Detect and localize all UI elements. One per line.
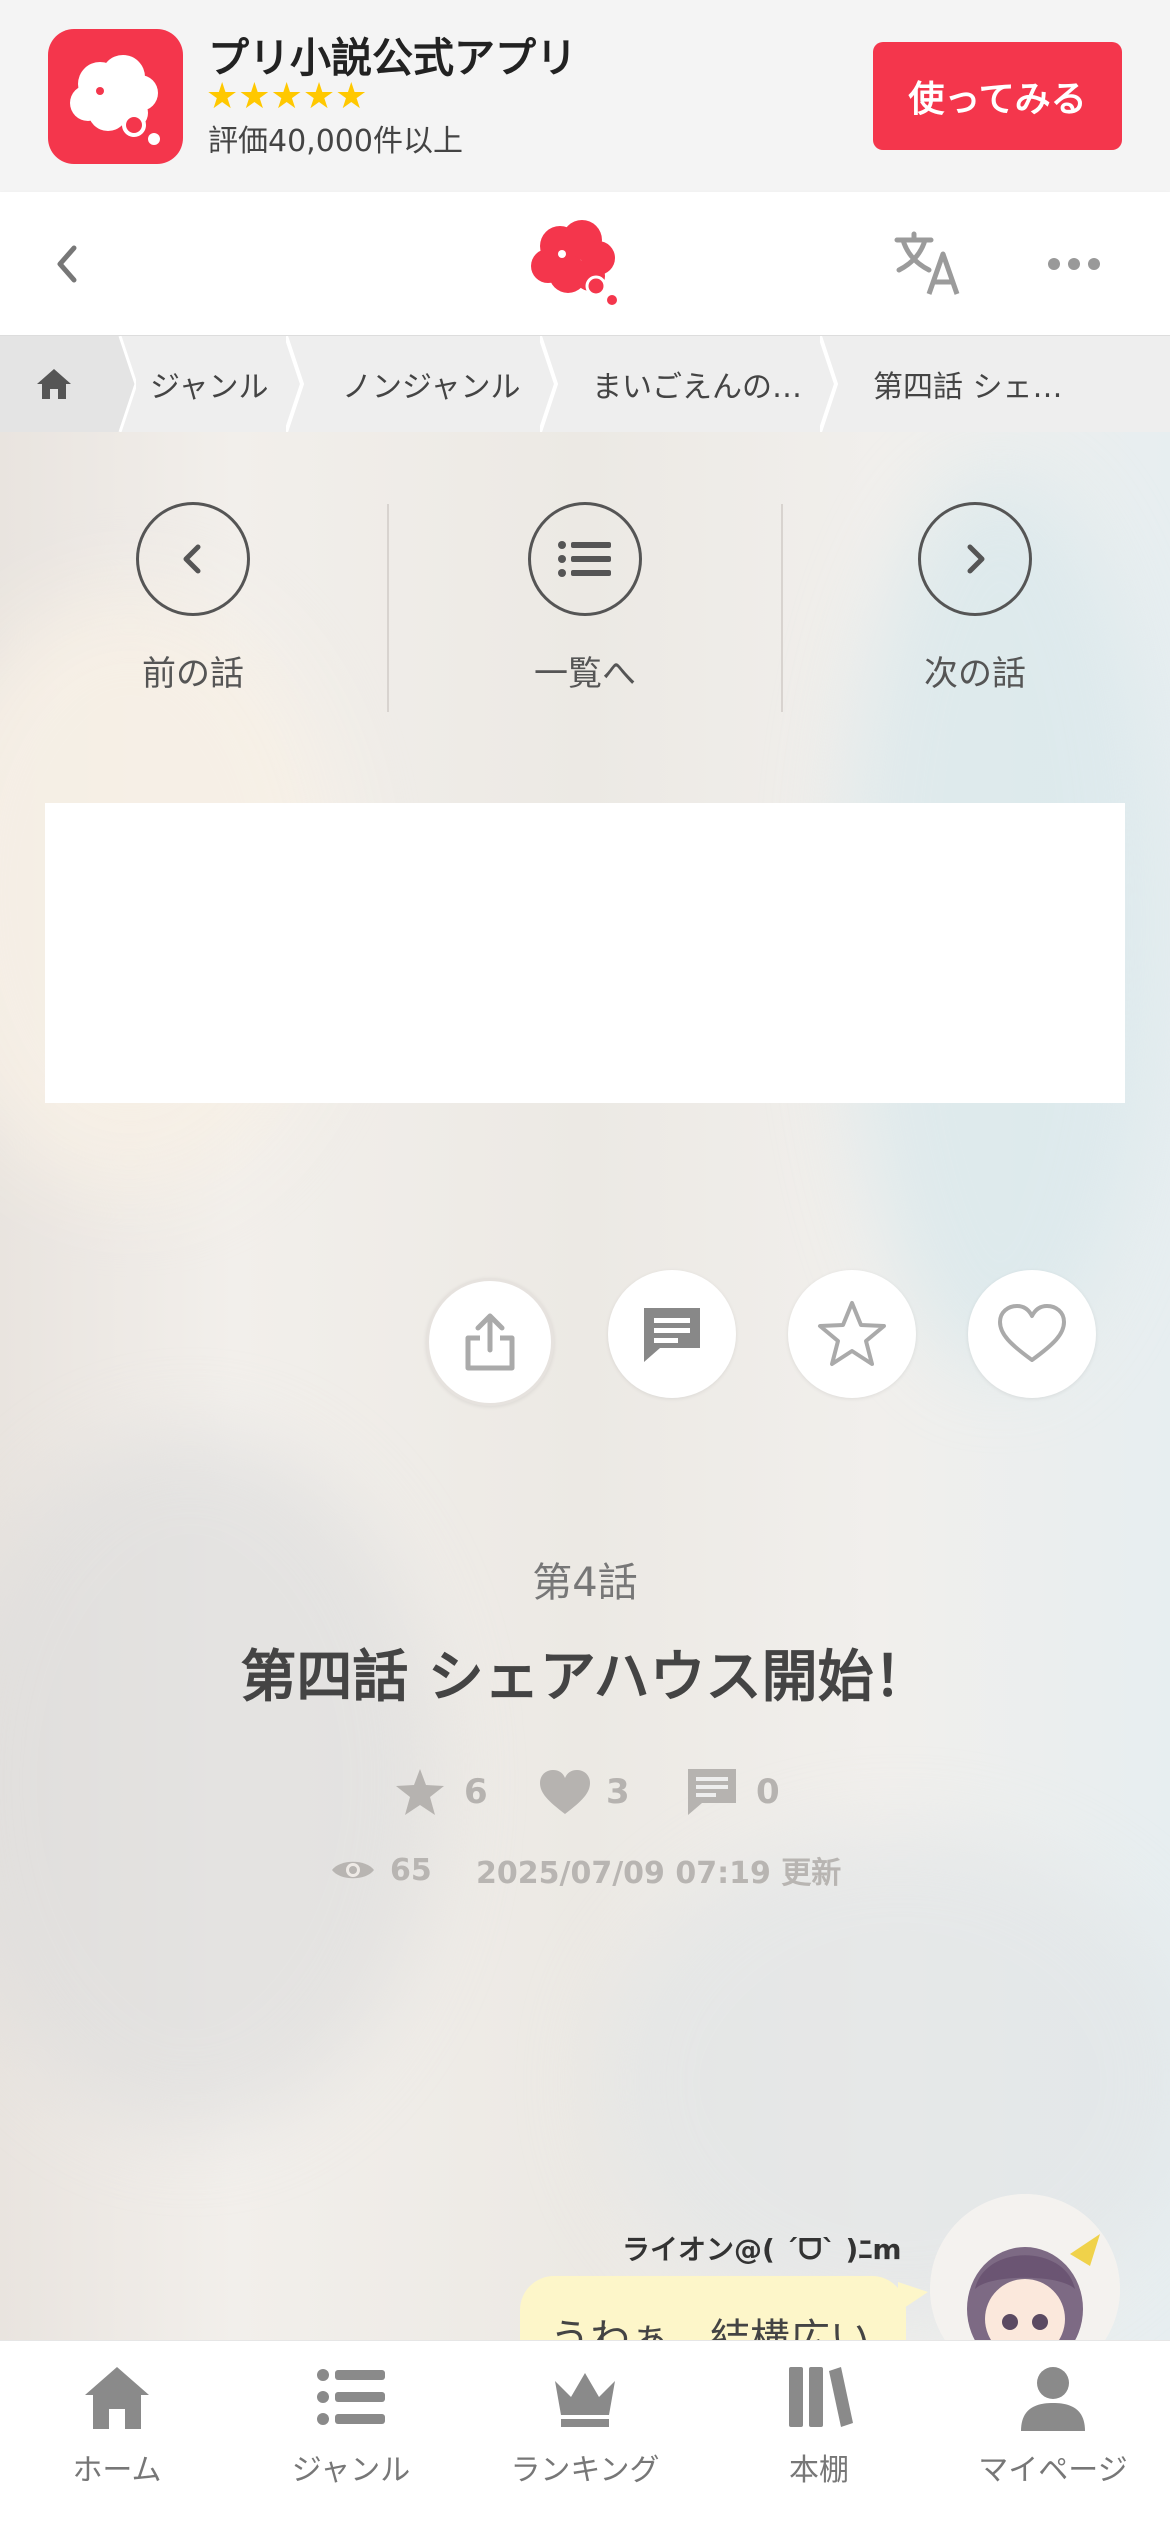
app-title: プリ小説公式アプリ <box>208 34 577 82</box>
episode-stats: 6 3 0 <box>0 1762 1170 1822</box>
episode-list-label: 一覧へ <box>534 654 636 694</box>
breadcrumb: ジャンル ノンジャンル まいごえんの… 第四話 シェ… <box>0 336 1170 432</box>
try-app-button[interactable]: 使ってみる <box>873 42 1122 150</box>
site-logo-icon[interactable] <box>522 214 622 306</box>
app-install-banner: プリ小説公式アプリ ★★★★★ 評価40,000件以上 使ってみる <box>0 0 1170 192</box>
share-button[interactable] <box>426 1278 554 1406</box>
chevron-right-icon <box>918 502 1032 616</box>
nav-ranking-label: ランキング <box>510 2453 660 2488</box>
comment-icon <box>688 1769 736 1815</box>
updated-date: 2025/07/09 07:19 更新 <box>476 1856 842 1891</box>
breadcrumb-genre[interactable]: ジャンル <box>150 336 269 432</box>
nav-genre[interactable]: ジャンル <box>234 2341 468 2532</box>
nav-bookshelf[interactable]: 本棚 <box>702 2341 936 2532</box>
translate-icon[interactable] <box>893 230 963 296</box>
like-count-value: 3 <box>606 1772 630 1812</box>
divider <box>781 504 783 712</box>
home-icon <box>37 369 71 399</box>
next-episode-button[interactable]: 次の話 <box>815 502 1135 702</box>
ad-placeholder <box>45 803 1125 1103</box>
app-logo-icon[interactable] <box>48 29 183 164</box>
like-count: 3 <box>538 1762 630 1822</box>
breadcrumb-subgenre[interactable]: ノンジャンル <box>342 336 521 432</box>
comment-count-value: 0 <box>756 1772 780 1812</box>
star-count-value: 6 <box>464 1772 488 1812</box>
comment-icon <box>644 1308 700 1362</box>
nav-mypage-label: マイページ <box>978 2453 1128 2488</box>
prev-episode-label: 前の話 <box>142 654 244 694</box>
view-count: 65 <box>330 1845 432 1895</box>
star-count: 6 <box>394 1762 488 1822</box>
bookshelf-icon <box>789 2367 853 2427</box>
nav-home[interactable]: ホーム <box>0 2341 234 2532</box>
breadcrumb-home[interactable] <box>0 336 108 432</box>
chevron-left-icon <box>136 502 250 616</box>
breadcrumb-separator <box>820 336 839 432</box>
user-icon <box>1021 2367 1085 2431</box>
nav-bookshelf-label: 本棚 <box>789 2453 849 2488</box>
like-button[interactable] <box>968 1270 1096 1398</box>
back-icon[interactable] <box>44 236 94 292</box>
more-menu-icon[interactable] <box>1046 254 1102 274</box>
list-icon <box>528 502 642 616</box>
character-name: ライオン@( ´ᗜ` )ﾆm <box>622 2233 902 2266</box>
breadcrumb-current: 第四話 シェ… <box>873 370 1063 405</box>
home-icon <box>85 2367 149 2429</box>
episode-cover-area: 前の話 一覧へ 次の話 第4話 第四話 シェアハウス開始！ 6 3 0 65 2… <box>0 432 1170 2340</box>
star-icon <box>396 1769 444 1815</box>
comment-count: 0 <box>686 1762 780 1822</box>
nav-ranking[interactable]: ランキング <box>468 2341 702 2532</box>
comment-button[interactable] <box>608 1270 736 1398</box>
episode-title: 第四話 シェアハウス開始！ <box>240 1645 930 1710</box>
bottom-navigation: ホーム ジャンル ランキング 本棚 マイページ <box>0 2340 1170 2532</box>
top-header <box>0 192 1170 336</box>
divider <box>387 504 389 712</box>
breadcrumb-separator <box>286 336 305 432</box>
view-count-value: 65 <box>390 1852 432 1888</box>
breadcrumb-separator <box>540 336 559 432</box>
episode-number: 第4話 <box>532 1560 638 1606</box>
next-episode-label: 次の話 <box>924 654 1026 694</box>
nav-home-label: ホーム <box>72 2453 162 2488</box>
chat-bubble: うわぁ…結構広い <box>520 2276 906 2340</box>
prev-episode-button[interactable]: 前の話 <box>33 502 353 702</box>
share-icon <box>465 1313 515 1371</box>
heart-icon <box>998 1304 1066 1362</box>
episode-list-button[interactable]: 一覧へ <box>425 502 745 702</box>
heart-icon <box>540 1770 590 1814</box>
star-icon <box>818 1301 886 1366</box>
breadcrumb-separator <box>106 336 136 432</box>
app-rating-count: 評価40,000件以上 <box>208 124 463 159</box>
nav-mypage[interactable]: マイページ <box>936 2341 1170 2532</box>
app-rating-stars: ★★★★★ <box>206 76 368 117</box>
eye-icon <box>332 1861 374 1879</box>
crown-icon <box>555 2373 615 2427</box>
breadcrumb-novel[interactable]: まいごえんの… <box>592 336 802 432</box>
favorite-button[interactable] <box>788 1270 916 1398</box>
nav-genre-label: ジャンル <box>291 2453 411 2488</box>
bubble-tail <box>898 2282 928 2312</box>
list-icon <box>317 2369 385 2425</box>
